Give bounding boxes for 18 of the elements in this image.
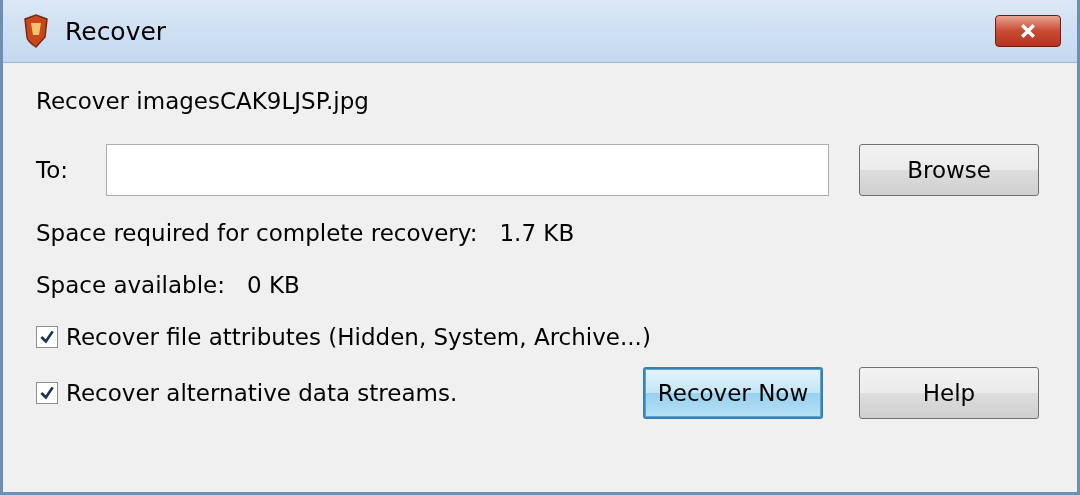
space-required-value: 1.7 KB	[499, 220, 575, 246]
space-available-label: Space available:	[36, 272, 225, 298]
checkbox[interactable]	[36, 326, 58, 348]
help-button[interactable]: Help	[859, 367, 1039, 419]
recover-now-button[interactable]: Recover Now	[643, 367, 823, 419]
destination-field[interactable]	[105, 144, 830, 196]
checkbox[interactable]	[36, 382, 58, 404]
checkbox-label[interactable]: Recover alternative data streams.	[66, 380, 458, 406]
space-available-value: 0 KB	[246, 272, 300, 298]
checkbox-label[interactable]: Recover file attributes (Hidden, System, Archive...)	[66, 324, 651, 350]
space-required-label: Space required for complete recovery:	[36, 220, 478, 246]
destination-label: To:	[36, 157, 69, 183]
close-icon	[1020, 23, 1036, 39]
close-button[interactable]	[995, 15, 1061, 47]
shield-icon	[21, 13, 51, 49]
file-name-label: Recover imagesCAK9LJSP.jpg	[36, 87, 370, 116]
browse-button[interactable]: Browse	[859, 144, 1039, 196]
window-title: Recover	[65, 16, 168, 46]
